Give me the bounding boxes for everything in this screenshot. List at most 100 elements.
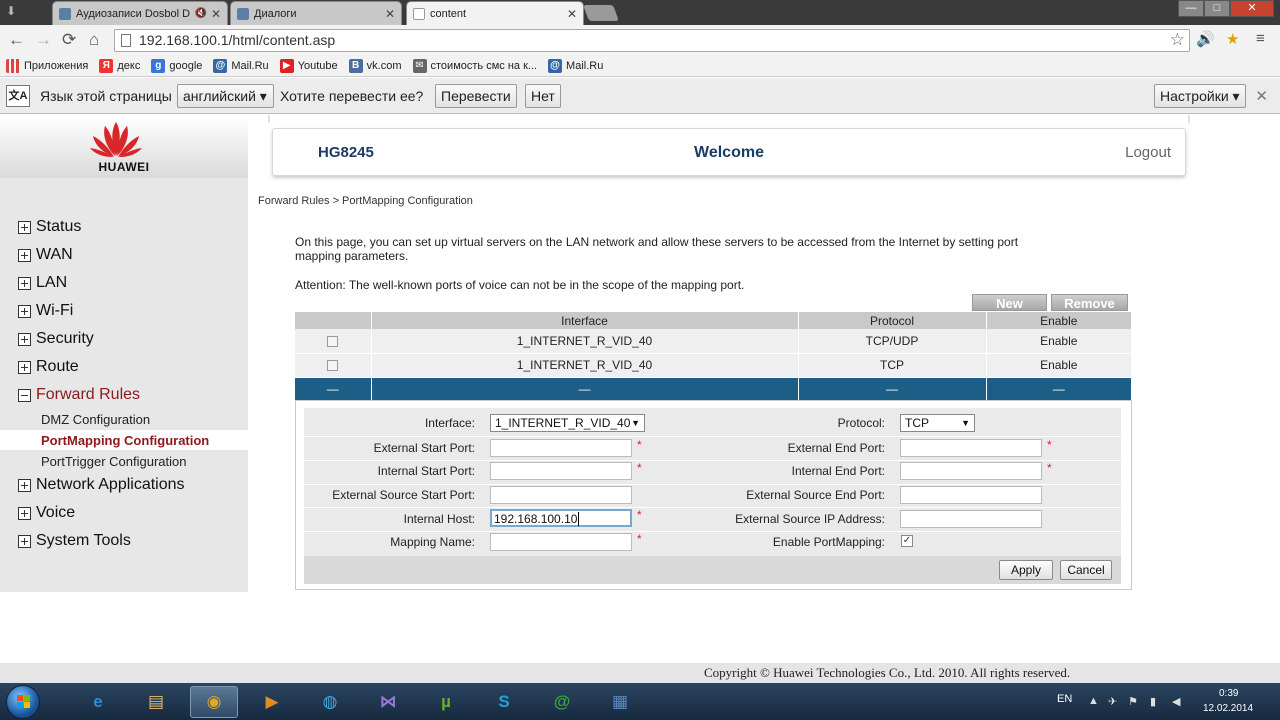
menu-item-forward-rules[interactable]: Forward Rules <box>18 386 140 404</box>
tab-audio[interactable]: Аудиозаписи Dosbol D 🔇 ✕ <box>52 1 228 25</box>
collapse-icon <box>18 388 31 402</box>
media-player-icon[interactable]: ▶ <box>248 686 296 718</box>
form-button-row: Apply Cancel <box>304 556 1121 584</box>
tray-expand-icon[interactable]: ▲ <box>1088 695 1099 707</box>
minimize-button[interactable]: — <box>1178 0 1204 17</box>
menu-item-wan[interactable]: WAN <box>18 246 73 264</box>
visual-studio-icon[interactable]: ⋈ <box>364 686 412 718</box>
menu-item-route[interactable]: Route <box>18 358 79 376</box>
breadcrumb: Forward Rules > PortMapping Configuratio… <box>258 195 473 207</box>
bookmark-mailru-2[interactable]: @ Mail.Ru <box>548 58 603 73</box>
submenu-portmapping[interactable]: PortMapping Configuration <box>41 433 209 448</box>
int-start-port-input[interactable] <box>490 462 632 480</box>
int-end-port-input[interactable] <box>900 462 1042 480</box>
no-translate-button[interactable]: Нет <box>525 84 561 108</box>
home-icon[interactable]: ⌂ <box>89 30 99 50</box>
language-indicator[interactable]: EN <box>1057 693 1072 705</box>
tab-content[interactable]: content ✕ <box>406 1 584 25</box>
menu-item-lan[interactable]: LAN <box>18 274 67 292</box>
tab-close-icon[interactable]: ✕ <box>567 7 577 21</box>
submenu-porttrigger[interactable]: PortTrigger Configuration <box>41 454 186 469</box>
bookmark-sms[interactable]: ✉ стоимость смс на к... <box>412 58 537 73</box>
clock-date[interactable]: 12.02.2014 <box>1203 703 1253 714</box>
table-row[interactable]: 1_INTERNET_R_VID_40 TCP/UDP Enable <box>295 329 1132 354</box>
translate-button[interactable]: Перевести <box>435 84 517 108</box>
remove-button[interactable]: Remove <box>1051 294 1128 311</box>
page-icon <box>121 34 131 47</box>
windows-logo-icon <box>17 695 30 708</box>
header-frame <box>268 115 1190 123</box>
tray-network-icon[interactable]: ▮ <box>1150 695 1156 708</box>
table-row-selected[interactable]: — — — — <box>295 377 1132 400</box>
table-row[interactable]: 1_INTERNET_R_VID_40 TCP Enable <box>295 353 1132 378</box>
chrome-menu-icon[interactable]: ≡ <box>1256 30 1265 47</box>
maximize-button[interactable]: □ <box>1204 0 1230 17</box>
skype-icon[interactable]: S <box>480 686 528 718</box>
bookmark-yandex[interactable]: Я декс <box>99 58 140 73</box>
address-bar[interactable]: 192.168.100.1/html/content.asp ☆ <box>114 29 1190 52</box>
src-start-port-input[interactable] <box>490 486 632 504</box>
internet-explorer-icon[interactable]: e <box>74 686 122 718</box>
clock-time[interactable]: 0:39 <box>1219 688 1238 699</box>
bookmark-label: google <box>169 59 203 72</box>
menu-item-wifi[interactable]: Wi-Fi <box>18 302 73 320</box>
sound-extension-icon[interactable]: 🔊 <box>1196 30 1215 48</box>
menu-item-status[interactable]: Status <box>18 218 81 236</box>
tab-close-icon[interactable]: ✕ <box>385 7 395 21</box>
bookmark-mailru[interactable]: @ Mail.Ru <box>213 58 269 73</box>
tab-dialogs[interactable]: Диалоги ✕ <box>230 1 402 25</box>
translate-prompt: Язык этой страницы <box>40 88 172 104</box>
menu-item-voice[interactable]: Voice <box>18 504 75 522</box>
forward-icon[interactable]: → <box>35 30 52 50</box>
submenu-dmz[interactable]: DMZ Configuration <box>41 412 150 427</box>
logout-link[interactable]: Logout <box>1125 144 1171 161</box>
bookmark-star-icon[interactable]: ☆ <box>1170 29 1185 50</box>
back-icon[interactable]: ← <box>8 30 25 50</box>
tab-menu-icon[interactable]: ⬇ <box>6 4 40 22</box>
new-tab-button[interactable] <box>583 5 619 21</box>
cancel-button[interactable]: Cancel <box>1060 560 1112 580</box>
tray-app-icon[interactable]: ✈ <box>1108 695 1117 708</box>
language-select[interactable]: английский ▾ <box>177 84 274 108</box>
bookmark-youtube[interactable]: ▶ Youtube <box>279 58 338 73</box>
file-explorer-icon[interactable]: ▤ <box>132 686 180 718</box>
reload-icon[interactable]: ⟳ <box>62 30 76 50</box>
bookmark-vk[interactable]: B vk.com <box>348 58 402 73</box>
apply-button[interactable]: Apply <box>999 560 1053 580</box>
protocol-select[interactable]: TCP ▼ <box>900 414 975 432</box>
enable-portmapping-checkbox[interactable]: ✓ <box>901 535 913 547</box>
extension-star-icon[interactable]: ★ <box>1226 30 1239 48</box>
src-ip-input[interactable] <box>900 510 1042 528</box>
src-end-port-input[interactable] <box>900 486 1042 504</box>
chrome-icon[interactable]: ◉ <box>190 686 238 718</box>
mail-agent-icon[interactable]: @ <box>538 686 586 718</box>
close-translate-icon[interactable]: ✕ <box>1255 87 1268 105</box>
tray-flag-icon[interactable]: ⚑ <box>1128 695 1138 708</box>
mute-icon[interactable]: 🔇 <box>194 8 206 19</box>
chevron-down-icon: ▼ <box>961 418 970 428</box>
menu-item-security[interactable]: Security <box>18 330 94 348</box>
control-panel-icon[interactable]: ▦ <box>596 686 644 718</box>
new-button[interactable]: New <box>972 294 1047 311</box>
internal-host-input[interactable]: 192.168.100.10 <box>490 509 632 527</box>
row-checkbox[interactable] <box>327 336 339 348</box>
tab-close-icon[interactable]: ✕ <box>211 7 221 21</box>
bookmark-label: vk.com <box>366 59 402 72</box>
close-window-button[interactable]: ✕ <box>1230 0 1274 17</box>
translate-settings-button[interactable]: Настройки ▾ <box>1154 84 1246 108</box>
network-icon[interactable]: ◍ <box>306 686 354 718</box>
row-checkbox[interactable] <box>327 360 339 372</box>
utorrent-icon[interactable]: µ <box>422 686 470 718</box>
tray-volume-icon[interactable]: ◀ <box>1172 695 1180 708</box>
mapping-name-input[interactable] <box>490 533 632 551</box>
ext-start-port-input[interactable] <box>490 439 632 457</box>
interface-select[interactable]: 1_INTERNET_R_VID_40 ▼ <box>490 414 645 432</box>
menu-item-system-tools[interactable]: System Tools <box>18 532 131 550</box>
youtube-icon: ▶ <box>279 58 294 73</box>
start-button[interactable] <box>6 685 40 719</box>
bookmark-apps[interactable]: Приложения <box>6 58 88 73</box>
col-enable: Enable <box>986 312 1132 329</box>
menu-item-network-applications[interactable]: Network Applications <box>18 476 185 494</box>
bookmark-google[interactable]: g google <box>151 58 203 73</box>
ext-end-port-input[interactable] <box>900 439 1042 457</box>
